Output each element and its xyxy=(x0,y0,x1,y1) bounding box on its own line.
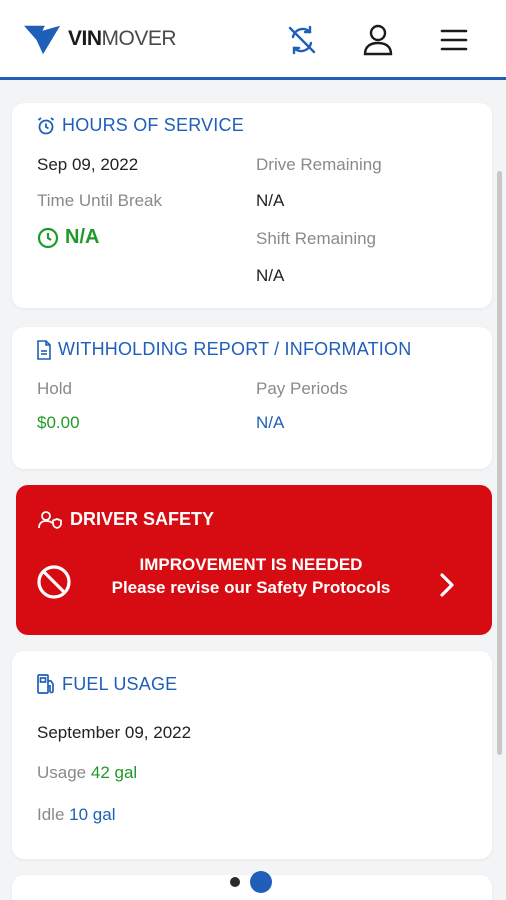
clock-icon xyxy=(37,227,59,248)
fuel-usage-title-text: FUEL USAGE xyxy=(62,673,178,694)
fuel-usage-title: FUEL USAGE xyxy=(36,673,177,695)
time-until-break-value-text: N/A xyxy=(65,226,100,248)
pay-periods-label: Pay Periods xyxy=(256,379,348,398)
idle-label: Idle xyxy=(37,805,65,824)
shift-remaining-label: Shift Remaining xyxy=(256,229,377,248)
shift-remaining-value: N/A xyxy=(256,266,285,285)
drive-remaining-label: Drive Remaining xyxy=(256,155,382,174)
logo-text-rest: MOVER xyxy=(101,27,177,50)
hos-date: Sep 09, 2022 xyxy=(37,155,139,174)
user-icon xyxy=(363,24,393,56)
page-dot-1[interactable] xyxy=(230,877,240,887)
withholding-card[interactable]: WITHHOLDING REPORT / INFORMATION Hold $0… xyxy=(12,327,492,469)
hold-label: Hold xyxy=(37,379,72,398)
hours-of-service-title: HOURS OF SERVICE xyxy=(36,115,244,136)
vinmover-logo-icon xyxy=(24,25,61,55)
logo-text: VINMOVER xyxy=(68,27,177,51)
hours-of-service-card[interactable]: HOURS OF SERVICE Sep 09, 2022 Time Until… xyxy=(12,103,492,308)
sync-button[interactable] xyxy=(284,22,320,58)
sync-off-icon xyxy=(288,25,316,55)
page-indicator xyxy=(230,871,272,893)
menu-button[interactable] xyxy=(436,22,472,58)
time-until-break-value: N/A xyxy=(37,226,99,249)
vinmover-logo: VINMOVER xyxy=(24,20,177,58)
logo-text-bold: VIN xyxy=(68,27,102,50)
usage-value: 42 gal xyxy=(90,763,138,782)
time-until-break-label: Time Until Break xyxy=(37,191,163,210)
hours-of-service-title-text: HOURS OF SERVICE xyxy=(62,115,244,135)
usage-label: Usage xyxy=(37,763,87,782)
page-dot-2[interactable] xyxy=(250,871,272,893)
pay-periods-value: N/A xyxy=(256,413,285,432)
fuel-usage-row: Usage 42 gal xyxy=(37,763,137,783)
hold-value: $0.00 xyxy=(37,413,80,432)
profile-button[interactable] xyxy=(360,22,396,58)
alarm-clock-icon xyxy=(37,116,55,134)
fuel-usage-card[interactable]: FUEL USAGE September 09, 2022 Usage 42 g… xyxy=(12,651,492,859)
idle-value: 10 gal xyxy=(69,805,116,824)
driver-safety-card[interactable]: DRIVER SAFETY IMPROVEMENT IS NEEDED Plea… xyxy=(16,485,492,635)
safety-message: IMPROVEMENT IS NEEDED Please revise our … xyxy=(76,553,426,599)
app-header: VINMOVER xyxy=(0,0,506,80)
driver-safety-title: DRIVER SAFETY xyxy=(38,509,214,530)
dashboard-content[interactable]: HOURS OF SERVICE Sep 09, 2022 Time Until… xyxy=(0,83,506,900)
menu-icon xyxy=(440,29,468,51)
withholding-title: WITHHOLDING REPORT / INFORMATION xyxy=(36,339,411,360)
chevron-right-icon[interactable] xyxy=(436,571,458,599)
safety-headline: IMPROVEMENT IS NEEDED xyxy=(139,555,363,574)
document-icon xyxy=(37,339,51,360)
scrollbar[interactable] xyxy=(497,171,502,755)
safety-message-text: Please revise our Safety Protocols xyxy=(111,578,391,597)
prohibited-icon xyxy=(37,565,71,599)
drive-remaining-value: N/A xyxy=(256,191,285,210)
fuel-idle-row: Idle 10 gal xyxy=(37,805,115,825)
withholding-title-text: WITHHOLDING REPORT / INFORMATION xyxy=(58,339,412,359)
driver-safety-title-text: DRIVER SAFETY xyxy=(70,509,215,529)
fuel-pump-icon xyxy=(37,674,54,694)
user-shield-icon xyxy=(38,510,62,529)
fuel-date: September 09, 2022 xyxy=(37,723,192,742)
